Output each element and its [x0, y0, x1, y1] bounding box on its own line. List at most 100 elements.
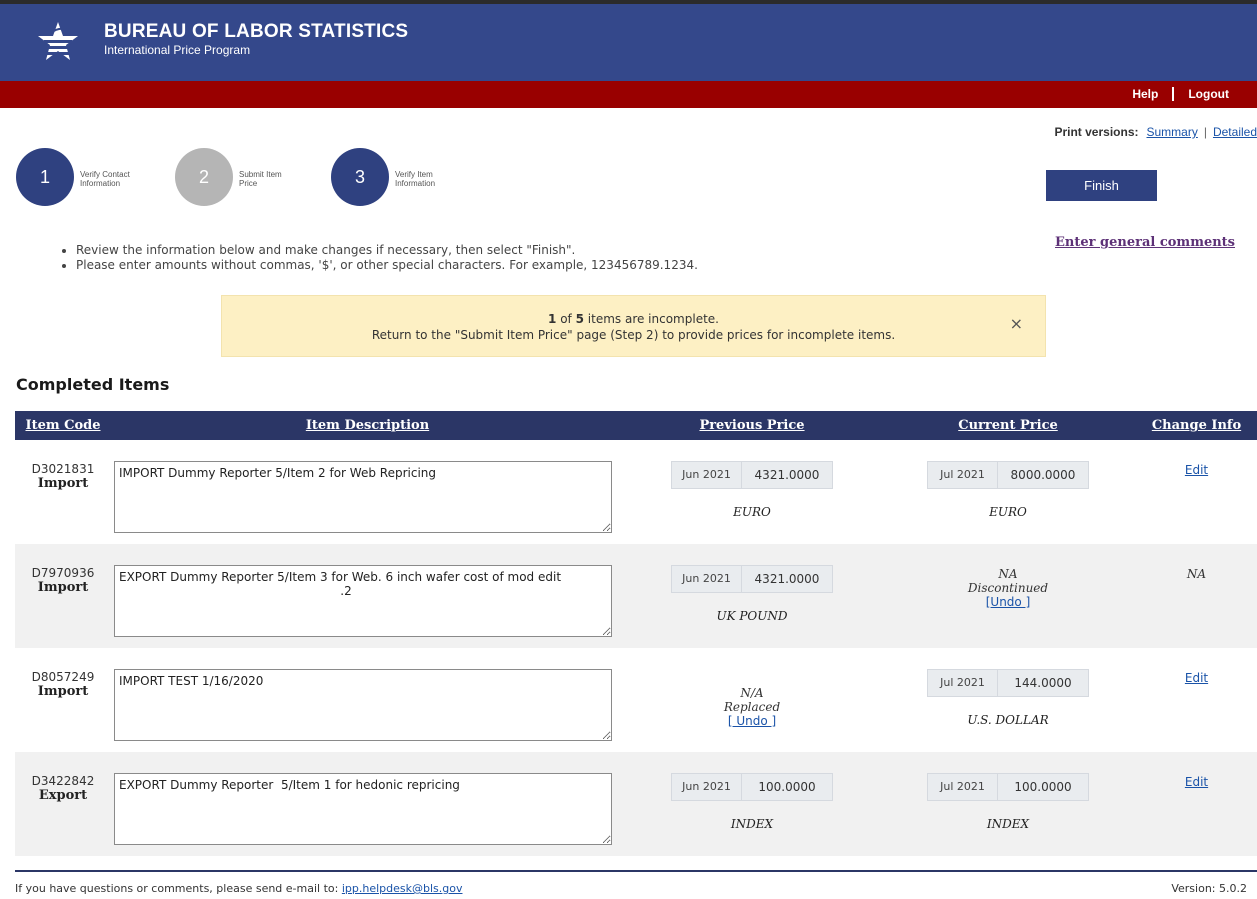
previous-price-cell: Jun 2021 4321.0000 UK POUND [624, 544, 880, 648]
help-link[interactable]: Help [1132, 87, 1158, 101]
col-item-code[interactable]: Item Code [15, 411, 111, 440]
item-description-cell: EXPORT Dummy Reporter 5/Item 3 for Web. … [111, 544, 624, 648]
current-price-value: 100.0000 [1014, 780, 1072, 794]
footer-divider [15, 870, 1257, 872]
current-price-cell: Jul 2021 100.0000 INDEX [880, 752, 1136, 856]
item-code-cell: D3021831 Import [15, 440, 111, 544]
previous-price-replaced: Replaced [723, 700, 781, 714]
previous-price-cell: Jun 2021 100.0000 INDEX [624, 752, 880, 856]
item-code-cell: D3422842 Export [15, 752, 111, 856]
print-summary-link[interactable]: Summary [1147, 125, 1198, 139]
table-row: D3422842 Export EXPORT Dummy Reporter 5/… [15, 752, 1257, 856]
item-description-textarea[interactable]: IMPORT TEST 1/16/2020 [114, 669, 612, 741]
item-code-cell: D7970936 Import [15, 544, 111, 648]
current-price-group: Jul 2021 144.0000 [927, 669, 1089, 697]
completed-items-table: Item Code Item Description Previous Pric… [15, 411, 1257, 856]
nav-separator [1172, 87, 1175, 101]
undo-link[interactable]: [ Undo ] [728, 714, 776, 728]
instruction-item: Review the information below and make ch… [76, 243, 698, 258]
footer-text: If you have questions or comments, pleas… [15, 882, 339, 895]
item-description-textarea[interactable]: EXPORT Dummy Reporter 5/Item 1 for hedon… [114, 773, 612, 845]
edit-link[interactable]: Edit [1185, 463, 1208, 477]
change-info-cell: Edit [1136, 440, 1257, 544]
previous-price-status: N/A Replaced [ Undo ] [624, 669, 880, 728]
current-price-cell: NA Discontinued [Undo ] [880, 544, 1136, 648]
item-description-cell: IMPORT Dummy Reporter 5/Item 2 for Web R… [111, 440, 624, 544]
item-code: D7970936 [31, 566, 95, 580]
item-description-cell: IMPORT TEST 1/16/2020 [111, 648, 624, 752]
current-price-date: Jul 2021 [928, 774, 998, 800]
item-type: Import [37, 684, 89, 699]
current-price-discontinued: Discontinued [967, 581, 1049, 595]
previous-price-date: Jun 2021 [672, 774, 742, 800]
previous-price-group: Jun 2021 4321.0000 [671, 461, 833, 489]
step-3-circle: 3 [331, 148, 389, 206]
previous-price-value: 100.0000 [758, 780, 816, 794]
bls-star-logo-icon [38, 22, 78, 60]
logout-link[interactable]: Logout [1188, 87, 1229, 101]
step-1-circle: 1 [16, 148, 74, 206]
undo-link[interactable]: [Undo ] [986, 595, 1031, 609]
item-description-cell: EXPORT Dummy Reporter 5/Item 1 for hedon… [111, 752, 624, 856]
previous-price-cell: Jun 2021 4321.0000 EURO [624, 440, 880, 544]
change-info-cell: Edit [1136, 752, 1257, 856]
item-code: D3021831 [31, 462, 95, 476]
instructions-list: Review the information below and make ch… [60, 243, 698, 273]
current-price-group: Jul 2021 100.0000 [927, 773, 1089, 801]
change-info-na: NA [1186, 567, 1207, 581]
previous-price-na: N/A [740, 686, 764, 700]
previous-price-date: Jun 2021 [672, 566, 742, 592]
version-label: Version: 5.0.2 [1171, 882, 1247, 895]
current-price-currency: EURO [989, 505, 1027, 519]
total-count: 5 [575, 312, 584, 326]
alert-line-1: 1 of 5 items are incomplete. [222, 312, 1045, 326]
previous-price-group: Jun 2021 100.0000 [671, 773, 833, 801]
table-row: D8057249 Import IMPORT TEST 1/16/2020 N/… [15, 648, 1257, 752]
current-price-cell: Jul 2021 8000.0000 EURO [880, 440, 1136, 544]
current-price-cell: Jul 2021 144.0000 U.S. DOLLAR [880, 648, 1136, 752]
enter-general-comments-link[interactable]: Enter general comments [1055, 235, 1235, 250]
close-icon[interactable]: × [1010, 314, 1023, 333]
item-type: Export [38, 788, 88, 803]
change-info-cell: Edit [1136, 648, 1257, 752]
item-description-textarea[interactable]: IMPORT Dummy Reporter 5/Item 2 for Web R… [114, 461, 612, 533]
current-price-date: Jul 2021 [928, 462, 998, 488]
item-type: Import [37, 580, 89, 595]
alert-text-1: items are incomplete. [587, 312, 719, 326]
incomplete-items-alert: 1 of 5 items are incomplete. Return to t… [221, 295, 1046, 357]
helpdesk-email-link[interactable]: ipp.helpdesk@bls.gov [342, 882, 463, 895]
print-versions-label: Print versions: [1054, 125, 1139, 139]
print-detailed-link[interactable]: Detailed [1213, 125, 1257, 139]
col-current-price[interactable]: Current Price [880, 411, 1136, 440]
previous-price-currency: UK POUND [716, 609, 788, 623]
top-nav-bar: Help Logout [0, 81, 1257, 108]
print-versions: Print versions: Summary | Detailed [1054, 125, 1257, 139]
site-header: BUREAU OF LABOR STATISTICS International… [0, 4, 1257, 81]
current-price-na: NA [998, 567, 1018, 581]
table-header-row: Item Code Item Description Previous Pric… [15, 411, 1257, 440]
col-change-info[interactable]: Change Info [1136, 411, 1257, 440]
item-type: Import [37, 476, 89, 491]
previous-price-group: Jun 2021 4321.0000 [671, 565, 833, 593]
previous-price-cell: N/A Replaced [ Undo ] [624, 648, 880, 752]
current-price-status: NA Discontinued [Undo ] [880, 565, 1136, 609]
item-code: D3422842 [31, 774, 95, 788]
instruction-item: Please enter amounts without commas, '$'… [76, 258, 698, 273]
col-item-description[interactable]: Item Description [111, 411, 624, 440]
item-description-textarea[interactable]: EXPORT Dummy Reporter 5/Item 3 for Web. … [114, 565, 612, 637]
edit-link[interactable]: Edit [1185, 775, 1208, 789]
program-subtitle: International Price Program [104, 43, 251, 57]
current-price-value: 144.0000 [1014, 676, 1072, 690]
alert-of: of [560, 312, 572, 326]
previous-price-currency: EURO [733, 505, 771, 519]
current-price-value: 8000.0000 [1010, 468, 1076, 482]
table-row: D3021831 Import IMPORT Dummy Reporter 5/… [15, 440, 1257, 544]
current-price-currency: INDEX [986, 817, 1030, 831]
step-2-circle: 2 [175, 148, 233, 206]
finish-button[interactable]: Finish [1046, 170, 1157, 201]
edit-link[interactable]: Edit [1185, 671, 1208, 685]
current-price-date: Jul 2021 [928, 670, 998, 696]
table-row: D7970936 Import EXPORT Dummy Reporter 5/… [15, 544, 1257, 648]
org-title: BUREAU OF LABOR STATISTICS [104, 21, 409, 42]
col-previous-price[interactable]: Previous Price [624, 411, 880, 440]
